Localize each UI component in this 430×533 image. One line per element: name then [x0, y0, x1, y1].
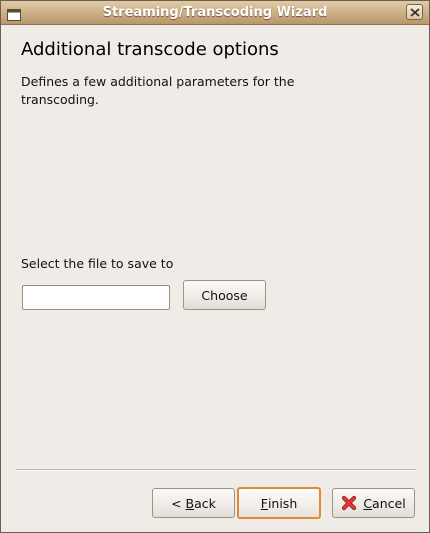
finish-button-mnemonic: F: [260, 495, 268, 511]
back-button-mnemonic: B: [185, 495, 195, 511]
back-button-prefix: <: [171, 495, 186, 511]
close-button[interactable]: [406, 4, 423, 20]
choose-button[interactable]: Choose: [183, 280, 266, 310]
cancel-button-label: ancel: [372, 495, 406, 511]
cancel-button-mnemonic: C: [363, 495, 373, 511]
title-bar[interactable]: Streaming/Transcoding Wizard: [1, 1, 429, 25]
finish-button-label: inish: [267, 495, 298, 511]
cancel-button[interactable]: Cancel: [332, 488, 415, 518]
save-file-input[interactable]: [22, 285, 170, 310]
separator: [16, 469, 416, 471]
close-icon: [410, 8, 420, 17]
save-file-label: Select the file to save to: [21, 256, 174, 271]
window-title: Streaming/Transcoding Wizard: [102, 5, 328, 20]
back-button[interactable]: < Back: [152, 488, 235, 518]
page-description: Defines a few additional parameters for …: [21, 74, 295, 107]
cancel-x-icon: [341, 495, 357, 511]
wizard-window: Streaming/Transcoding Wizard Additional …: [0, 0, 430, 533]
back-button-label: ack: [194, 495, 216, 511]
finish-button[interactable]: Finish: [237, 487, 321, 519]
page-title: Additional transcode options: [21, 39, 279, 60]
